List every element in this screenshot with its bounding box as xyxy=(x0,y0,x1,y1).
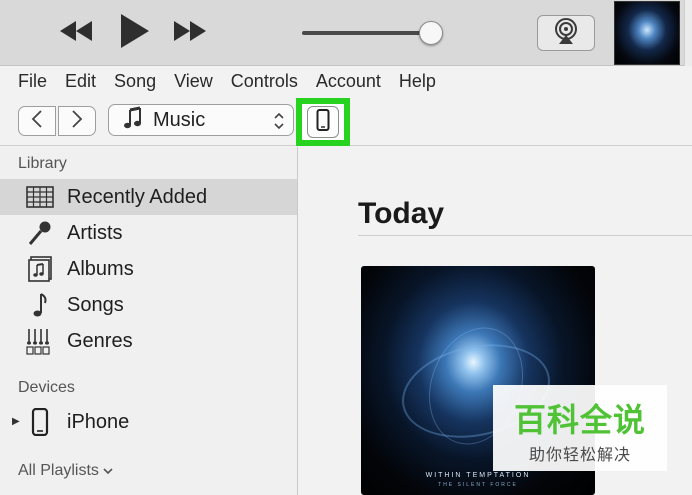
itunes-window: File Edit Song View Controls Account Hel… xyxy=(0,0,692,495)
all-playlists-label: All Playlists xyxy=(18,462,99,479)
now-playing-artwork[interactable] xyxy=(614,1,680,65)
updown-chevron-icon xyxy=(273,111,285,136)
fast-forward-icon xyxy=(170,19,210,48)
disclosure-triangle-icon[interactable]: ▶ xyxy=(12,416,20,427)
section-title: Today xyxy=(358,197,445,230)
forward-button[interactable] xyxy=(58,106,96,136)
chevron-down-icon xyxy=(103,462,113,480)
all-playlists-heading[interactable]: All Playlists xyxy=(18,462,113,480)
menu-view[interactable]: View xyxy=(174,66,213,96)
rewind-button[interactable] xyxy=(52,12,100,54)
watermark: 百科全说 助你轻松解决 xyxy=(493,385,667,471)
menu-file[interactable]: File xyxy=(18,66,47,96)
volume-knob[interactable] xyxy=(418,21,443,45)
note-icon xyxy=(25,290,55,320)
menu-bar: File Edit Song View Controls Account Hel… xyxy=(0,66,692,96)
iphone-icon xyxy=(25,407,55,437)
watermark-title: 百科全说 xyxy=(513,402,646,438)
media-kind-label: Music xyxy=(153,108,206,131)
iphone-icon xyxy=(316,108,330,136)
library-heading: Library xyxy=(18,155,67,172)
devices-heading: Devices xyxy=(18,379,75,396)
window-edge xyxy=(684,0,692,66)
sidebar: Library Recently Added Artists Albums So… xyxy=(0,147,298,495)
watermark-subtitle: 助你轻松解决 xyxy=(528,447,631,464)
device-button[interactable] xyxy=(307,106,339,138)
menu-help[interactable]: Help xyxy=(399,66,436,96)
sidebar-item-label: Songs xyxy=(67,293,124,316)
menu-controls[interactable]: Controls xyxy=(231,66,298,96)
sidebar-item-songs[interactable]: Songs xyxy=(0,287,297,323)
chevron-right-icon xyxy=(71,109,83,133)
sidebar-item-label: Genres xyxy=(67,329,133,352)
play-icon xyxy=(118,13,150,54)
airplay-icon xyxy=(551,17,581,50)
sidebar-device-iphone[interactable]: ▶ iPhone xyxy=(0,404,297,440)
menu-edit[interactable]: Edit xyxy=(65,66,96,96)
menu-song[interactable]: Song xyxy=(114,66,156,96)
rewind-icon xyxy=(56,19,96,48)
album-icon xyxy=(25,254,55,284)
chevron-left-icon xyxy=(31,109,43,133)
album-title-text: WITHIN TEMPTATION xyxy=(425,472,531,479)
airplay-button[interactable] xyxy=(537,15,595,51)
sidebar-item-label: Recently Added xyxy=(67,185,208,208)
volume-slider[interactable] xyxy=(302,21,443,45)
back-button[interactable] xyxy=(18,106,56,136)
player-bar xyxy=(0,0,692,66)
sidebar-item-genres[interactable]: Genres xyxy=(0,323,297,359)
menu-account[interactable]: Account xyxy=(316,66,381,96)
music-note-icon xyxy=(123,106,143,135)
sidebar-item-label: Albums xyxy=(67,257,134,280)
sidebar-item-albums[interactable]: Albums xyxy=(0,251,297,287)
sidebar-item-artists[interactable]: Artists xyxy=(0,215,297,251)
section-divider xyxy=(358,235,692,236)
genres-icon xyxy=(25,326,55,356)
microphone-icon xyxy=(25,218,55,248)
sidebar-item-label: Artists xyxy=(67,221,123,244)
album-subtitle-text: THE SILENT FORCE xyxy=(438,482,518,488)
sidebar-item-recently-added[interactable]: Recently Added xyxy=(0,179,297,215)
fast-forward-button[interactable] xyxy=(166,12,214,54)
grid-icon xyxy=(25,182,55,212)
media-kind-selector[interactable]: Music xyxy=(108,104,294,136)
sidebar-item-label: iPhone xyxy=(67,410,130,433)
play-button[interactable] xyxy=(112,12,156,54)
